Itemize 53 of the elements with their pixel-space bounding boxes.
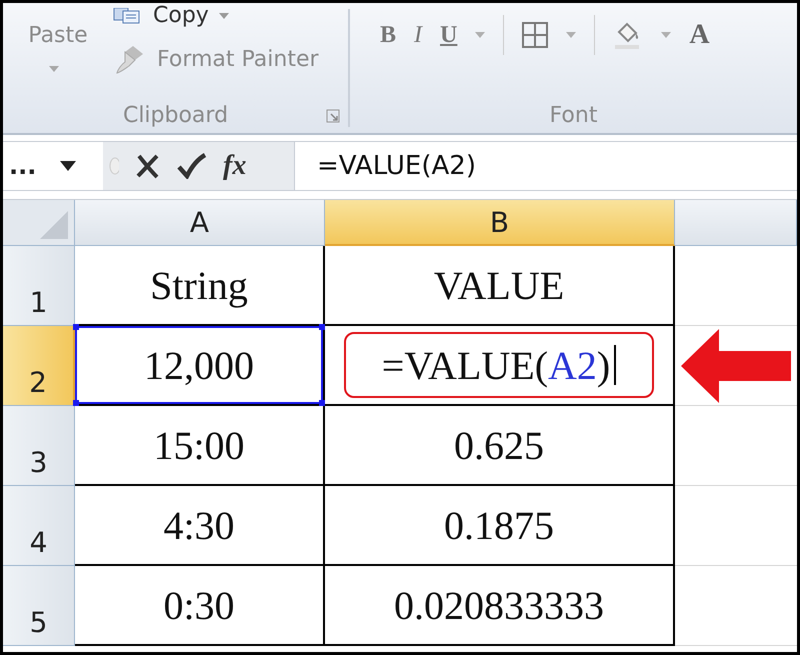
row-header[interactable]: 4 [3, 486, 75, 566]
cell-text: VALUE [434, 262, 564, 308]
copy-button[interactable]: Copy [153, 3, 209, 28]
caret-icon [661, 32, 672, 38]
formula-input[interactable]: =VALUE(A2) [295, 151, 476, 181]
column-header[interactable]: A [75, 200, 325, 246]
table-cell[interactable]: 4:30 [75, 486, 325, 566]
group-label: Font [550, 102, 598, 128]
cell-editor[interactable]: =VALUE(A2) [344, 332, 654, 398]
table-cell[interactable]: 0:30 [75, 566, 325, 646]
table-cell[interactable]: 0.625 [325, 406, 675, 486]
name-box[interactable]: ... [9, 152, 36, 180]
table-cell[interactable] [675, 326, 797, 406]
cell-text: 0.020833333 [394, 582, 604, 628]
cell-text: 0.625 [454, 422, 544, 468]
checkmark-icon[interactable] [177, 153, 207, 179]
cell-text: 15:00 [153, 422, 245, 468]
cell-text: 0.1875 [444, 502, 554, 548]
dropdown-arrow-icon[interactable] [60, 161, 76, 171]
caret-icon [475, 32, 486, 38]
row-header[interactable]: 3 [3, 406, 75, 486]
corner-triangle-icon [40, 211, 68, 239]
caret-icon [566, 32, 576, 38]
row-header[interactable]: 2 [3, 326, 75, 406]
row-header[interactable]: 1 [3, 246, 75, 326]
dialog-launcher-icon[interactable] [326, 109, 340, 123]
column-header[interactable] [675, 200, 797, 246]
cell-text: 4:30 [163, 502, 235, 548]
column-header[interactable]: B [325, 200, 675, 246]
bold-button[interactable]: B [380, 22, 396, 48]
table-cell[interactable]: VALUE [325, 246, 675, 326]
table-cell[interactable]: 12,000 [75, 326, 325, 406]
table-cell[interactable]: 0.1875 [325, 486, 675, 566]
row-header[interactable]: 5 [3, 566, 75, 646]
borders-icon[interactable] [522, 22, 548, 48]
splitter-handle-icon[interactable] [107, 157, 119, 175]
italic-button[interactable]: I [414, 22, 422, 48]
caret-icon [218, 12, 229, 18]
cell-text: 12,000 [144, 342, 254, 388]
table-cell[interactable]: String [75, 246, 325, 326]
underline-button[interactable]: U [440, 22, 458, 48]
group-label: Clipboard [122, 102, 228, 128]
font-color-button[interactable]: A [689, 19, 710, 51]
table-cell[interactable]: 0.020833333 [325, 566, 675, 646]
table-cell[interactable]: =VALUE(A2) [325, 326, 675, 406]
cell-text: 0:30 [163, 582, 235, 628]
caret-icon [49, 66, 59, 72]
arrow-icon [681, 328, 791, 402]
cell-text: String [150, 262, 248, 308]
table-cell[interactable]: 15:00 [75, 406, 325, 486]
cancel-icon[interactable] [135, 153, 161, 179]
select-all-button[interactable] [3, 200, 75, 246]
insert-function-button[interactable]: fx [223, 150, 246, 182]
